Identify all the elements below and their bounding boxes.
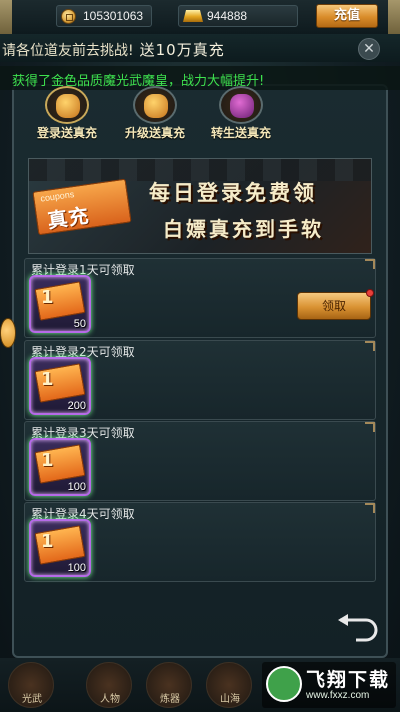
reward-row: 累计登录2天可领取 1 200 <box>24 340 376 420</box>
nav-guangwu[interactable]: 光武 <box>8 662 54 708</box>
nav-label: 炼器 <box>160 694 180 705</box>
claim-label: 领取 <box>321 299 346 313</box>
tab-levelup-reward[interactable]: 升级送真充 <box>110 86 200 141</box>
item-number: 1 <box>41 450 54 471</box>
promo-banner: coupons 真充 每日登录免费领 白嫖真充到手软 <box>28 158 372 254</box>
coin-balance: 105301063 <box>56 5 152 27</box>
row-corner-decor <box>365 503 375 513</box>
tab-label: 登录送真充 <box>36 126 97 140</box>
item-number: 1 <box>41 531 54 552</box>
nav-character[interactable]: 人物 <box>86 662 132 708</box>
item-quantity: 200 <box>67 400 86 412</box>
reward-row: 累计登录1天可领取 1 50 领取 <box>24 258 376 338</box>
recharge-card-item[interactable]: 1 100 <box>29 438 91 496</box>
ticket-title: 真充 <box>45 203 91 233</box>
gold-amount: 944888 <box>207 9 248 23</box>
recharge-card-item[interactable]: 1 100 <box>29 519 91 577</box>
watermark-logo-icon <box>266 666 302 702</box>
row-corner-decor <box>365 259 375 269</box>
gourd-icon[interactable] <box>0 318 16 348</box>
row-corner-decor <box>365 341 375 351</box>
event-tabs: 登录送真充 升级送真充 转生送真充 <box>14 86 314 142</box>
item-quantity: 50 <box>73 318 86 330</box>
nav-label: 光武 <box>22 694 42 705</box>
tab-rebirth-reward[interactable]: 转生送真充 <box>196 86 286 141</box>
row-corner-decor <box>365 422 375 432</box>
item-quantity: 100 <box>67 481 86 493</box>
currency-bar: 105301063 944888 充值 <box>0 0 400 48</box>
tab-label: 升级送真充 <box>124 126 185 140</box>
golden-ox-icon <box>133 86 177 124</box>
watermark-title: 飞翔下载 <box>306 669 391 691</box>
item-number: 1 <box>41 369 54 390</box>
banner-line-2: 白嫖真充到手软 <box>163 217 324 241</box>
return-arrow-icon <box>338 614 378 642</box>
coupon-ticket-icon: coupons 真充 <box>32 178 132 236</box>
recharge-card-item[interactable]: 1 50 <box>29 275 91 333</box>
close-button[interactable]: ✕ <box>358 38 380 60</box>
reward-row: 累计登录3天可领取 1 100 <box>24 421 376 501</box>
nav-label: 人物 <box>100 694 120 705</box>
tab-label: 转生送真充 <box>210 126 271 140</box>
lucky-cat-icon <box>45 86 89 124</box>
tab-login-reward[interactable]: 登录送真充 <box>22 86 112 141</box>
return-button[interactable] <box>336 612 382 642</box>
nav-forge[interactable]: 炼器 <box>146 662 192 708</box>
claim-button[interactable]: 领取 <box>297 289 374 320</box>
gold-balance: 944888 <box>178 5 298 27</box>
nav-shanhai[interactable]: 山海 <box>206 662 252 708</box>
close-icon: ✕ <box>363 41 375 57</box>
item-number: 1 <box>41 287 54 308</box>
marquee-text: 请各位道友前去挑战! <box>2 43 134 59</box>
recharge-card-item[interactable]: 1 200 <box>29 357 91 415</box>
item-quantity: 100 <box>67 562 86 574</box>
watermark-url: www.fxxz.com <box>306 690 370 701</box>
treasure-pot-icon <box>219 86 263 124</box>
recharge-button[interactable]: 充值 <box>316 4 378 28</box>
site-watermark: 飞翔下载 www.fxxz.com <box>262 662 396 708</box>
marquee-highlight: 送10万真充 <box>139 41 225 59</box>
gold-ingot-icon <box>183 10 203 22</box>
nav-label: 山海 <box>220 694 240 705</box>
reward-row: 累计登录4天可领取 1 100 <box>24 502 376 582</box>
red-dot-badge <box>366 289 374 297</box>
banner-line-1: 每日登录免费领 <box>149 180 317 205</box>
coin-icon <box>61 9 76 24</box>
marquee-notice: 请各位道友前去挑战! 送10万真充 <box>0 34 400 62</box>
coin-amount: 105301063 <box>83 9 144 23</box>
